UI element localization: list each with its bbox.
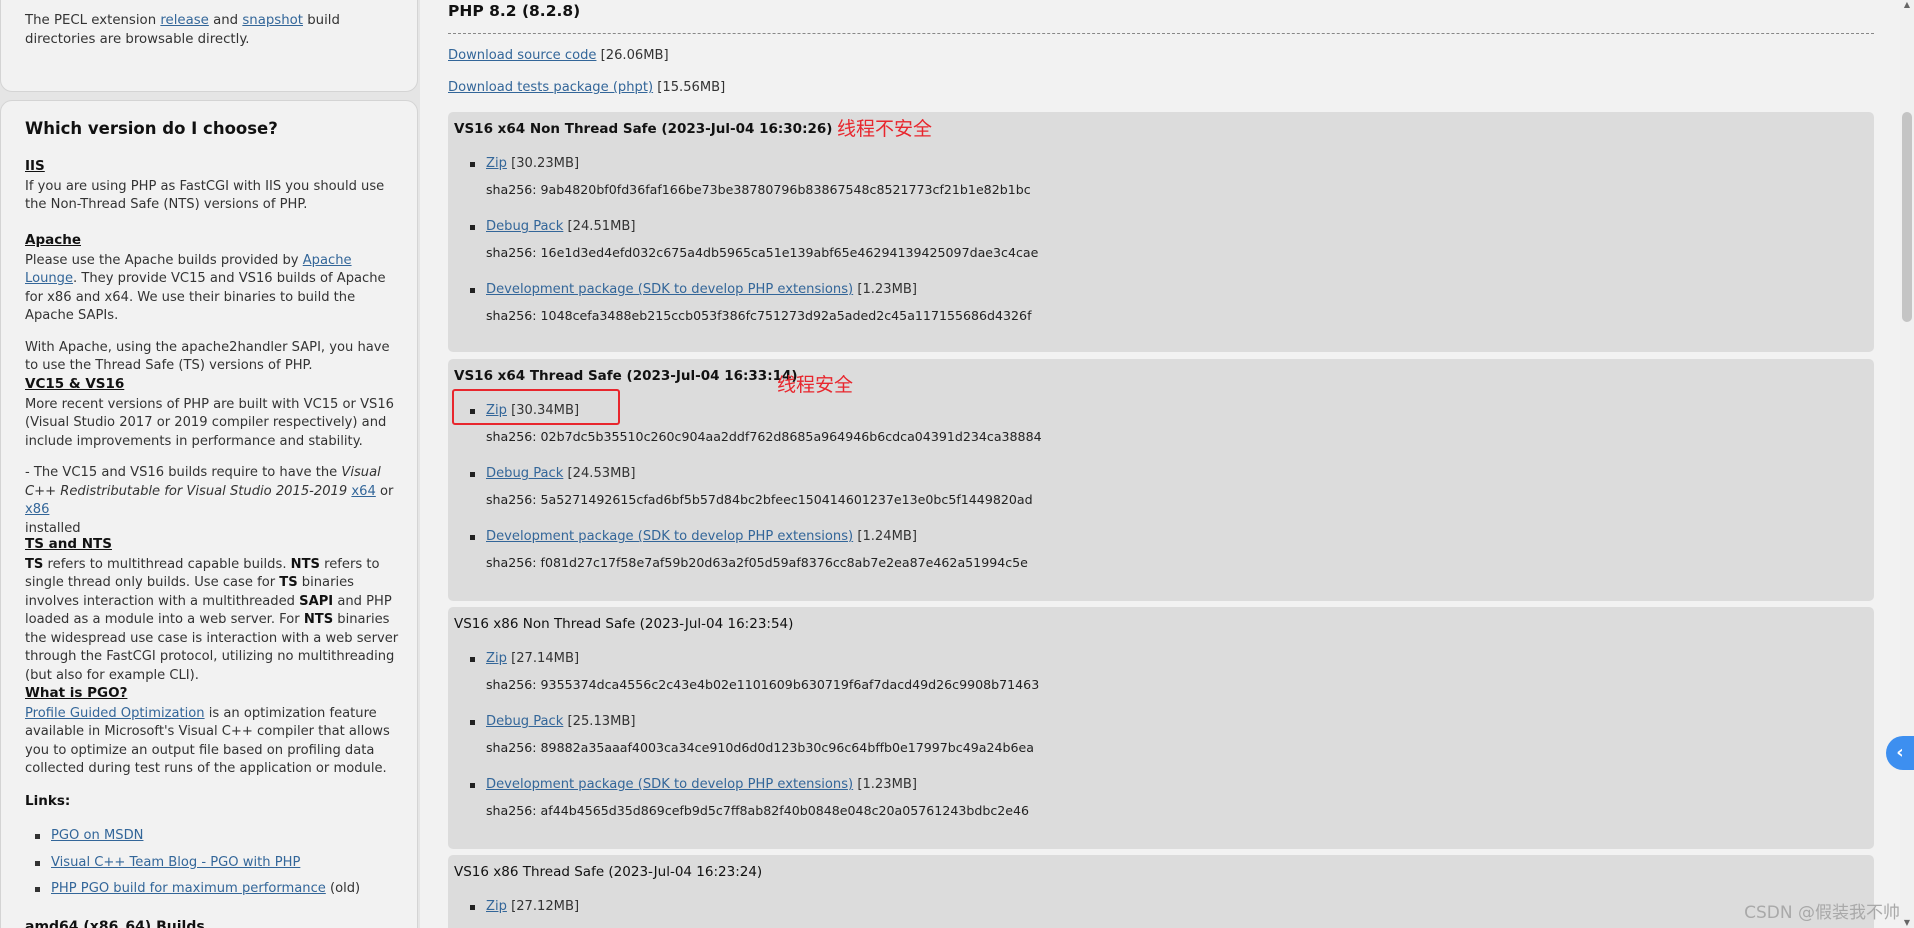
tests-download: Download tests package (phpt) [15.56MB] <box>448 80 726 95</box>
pecl-box: The PECL extension release and snapshot … <box>0 0 418 92</box>
sha256-value: sha256: 1048cefa3488eb215ccb053f386fc751… <box>486 308 1032 323</box>
zip-link[interactable]: Zip <box>486 651 507 666</box>
build-x86-ts: VS16 x86 Thread Safe (2023-Jul-04 16:23:… <box>448 855 1874 928</box>
list-item: Development package (SDK to develop PHP … <box>460 527 1660 573</box>
build-x64-nts: VS16 x64 Non Thread Safe (2023-Jul-04 16… <box>448 112 1874 352</box>
zip-link[interactable]: Zip <box>486 899 507 914</box>
vc-section: VC15 & VS16 More recent versions of PHP … <box>25 375 405 538</box>
dev-package-link[interactable]: Development package (SDK to develop PHP … <box>486 282 853 297</box>
sha256-value: sha256: af44b4565d35d869cefb9d5c7ff8ab82… <box>486 803 1030 818</box>
debug-pack-link[interactable]: Debug Pack <box>486 219 563 234</box>
list-item: Debug Pack [25.13MB] sha256: 89882a35aaa… <box>460 712 1660 758</box>
version-title: PHP 8.2 (8.2.8) <box>448 2 581 20</box>
list-item: Development package (SDK to develop PHP … <box>460 280 1660 326</box>
dev-package-link[interactable]: Development package (SDK to develop PHP … <box>486 777 853 792</box>
list-item: Zip [30.23MB] sha256: 9ab4820bf0fd36faf1… <box>460 154 1660 200</box>
main-content: PHP 8.2 (8.2.8) Download source code [26… <box>420 0 1906 928</box>
version-guide-box: Which version do I choose? IIS If you ar… <box>0 100 418 928</box>
apache-title: Apache <box>25 232 81 248</box>
scroll-down-arrow-icon[interactable]: ▼ <box>1902 918 1912 928</box>
build-x86-nts: VS16 x86 Non Thread Safe (2023-Jul-04 16… <box>448 607 1874 849</box>
links-list: PGO on MSDN Visual C++ Team Blog - PGO w… <box>25 827 405 907</box>
list-item: PHP PGO build for maximum performance (o… <box>25 880 405 907</box>
pgo-blog-link[interactable]: Visual C++ Team Blog - PGO with PHP <box>51 855 300 870</box>
list-item: Development package (SDK to develop PHP … <box>460 775 1660 821</box>
build-title: VS16 x64 Thread Safe (2023-Jul-04 16:33:… <box>454 368 798 384</box>
vc-requirement: - The VC15 and VS16 builds require to ha… <box>25 465 394 536</box>
guide-heading: Which version do I choose? <box>25 119 278 138</box>
release-link[interactable]: release <box>160 13 209 28</box>
x64-redist-link[interactable]: x64 <box>351 484 375 499</box>
annotation-not-thread-safe: 线程不安全 <box>837 118 933 140</box>
sha256-value: sha256: 16e1d3ed4efd032c675a4db5965ca51e… <box>486 245 1039 260</box>
list-item: Zip [27.14MB] sha256: 9355374dca4556c2c4… <box>460 649 1660 695</box>
sha256-value: sha256: 9355374dca4556c2c43e4b02e1101609… <box>486 677 1040 692</box>
list-item: Debug Pack [24.53MB] sha256: 5a527149261… <box>460 464 1660 510</box>
apache-text: Please use the Apache builds provided by… <box>25 252 386 324</box>
sha256-value: sha256: f081d27c17f58e7af59b20d63a2f05d5… <box>486 555 1028 570</box>
ts-text: TS refers to multithread capable builds.… <box>25 556 399 683</box>
apache-section: Apache Please use the Apache builds prov… <box>25 231 405 376</box>
links-heading: Links: <box>25 793 71 809</box>
pecl-text: The PECL extension release and snapshot … <box>25 13 340 47</box>
iis-title: IIS <box>25 158 45 174</box>
sha256-value: sha256: 9ab4820bf0fd36faf166be73be387807… <box>486 182 1031 197</box>
pgo-text: Profile Guided Optimization is an optimi… <box>25 705 390 777</box>
list-item: Visual C++ Team Blog - PGO with PHP <box>25 854 405 881</box>
scroll-thumb[interactable] <box>1902 112 1912 322</box>
scroll-up-arrow-icon[interactable]: ▲ <box>1902 0 1912 10</box>
amd64-heading: amd64 (x86_64) Builds <box>25 919 205 928</box>
pgo-link[interactable]: Profile Guided Optimization <box>25 706 205 721</box>
build-title: VS16 x64 Non Thread Safe (2023-Jul-04 16… <box>454 121 833 137</box>
download-source-link[interactable]: Download source code <box>448 48 596 63</box>
ts-title: TS and NTS <box>25 536 112 552</box>
watermark: CSDN @假装我不帅 <box>1744 903 1900 923</box>
sha256-value: sha256: 02b7dc5b35510c260c904aa2ddf762d8… <box>486 429 1042 444</box>
snapshot-link[interactable]: snapshot <box>242 13 303 28</box>
list-item: Debug Pack [24.51MB] sha256: 16e1d3ed4ef… <box>460 217 1660 263</box>
vc-title: VC15 & VS16 <box>25 376 125 392</box>
download-tests-link[interactable]: Download tests package (phpt) <box>448 80 653 95</box>
source-download: Download source code [26.06MB] <box>448 48 669 63</box>
sidebar: The PECL extension release and snapshot … <box>0 0 420 928</box>
collapse-panel-button[interactable]: ‹ <box>1886 736 1914 770</box>
list-item: Zip [30.34MB] sha256: 02b7dc5b35510c260c… <box>460 401 1660 447</box>
pgo-section: What is PGO? Profile Guided Optimization… <box>25 684 405 779</box>
iis-text: If you are using PHP as FastCGI with IIS… <box>25 178 385 213</box>
build-title: VS16 x86 Non Thread Safe (2023-Jul-04 16… <box>454 616 794 632</box>
pgo-msdn-link[interactable]: PGO on MSDN <box>51 828 143 843</box>
apache-text-2: With Apache, using the apache2handler SA… <box>25 339 390 374</box>
debug-pack-link[interactable]: Debug Pack <box>486 714 563 729</box>
sha256-value: sha256: 89882a35aaaf4003ca34ce910d6d0d12… <box>486 740 1034 755</box>
list-item: Zip [27.12MB] <box>460 897 1660 917</box>
pgo-old-link[interactable]: PHP PGO build for maximum performance <box>51 881 326 896</box>
zip-link[interactable]: Zip <box>486 156 507 171</box>
iis-section: IIS If you are using PHP as FastCGI with… <box>25 157 405 215</box>
zip-link[interactable]: Zip <box>486 403 507 418</box>
chevron-left-icon: ‹ <box>1896 742 1904 763</box>
title-divider <box>448 33 1874 34</box>
vc-text: More recent versions of PHP are built wi… <box>25 396 395 449</box>
x86-redist-link[interactable]: x86 <box>25 502 49 517</box>
annotation-thread-safe: 线程安全 <box>777 374 854 396</box>
sha256-value: sha256: 5a5271492615cfad6bf5b57d84bc2bfe… <box>486 492 1033 507</box>
vertical-scrollbar[interactable]: ▲ ▼ <box>1900 0 1914 928</box>
pgo-title: What is PGO? <box>25 685 128 701</box>
build-x64-ts: VS16 x64 Thread Safe (2023-Jul-04 16:33:… <box>448 359 1874 601</box>
ts-section: TS and NTS TS refers to multithread capa… <box>25 535 405 685</box>
list-item: PGO on MSDN <box>25 827 405 854</box>
debug-pack-link[interactable]: Debug Pack <box>486 466 563 481</box>
build-title: VS16 x86 Thread Safe (2023-Jul-04 16:23:… <box>454 864 763 880</box>
dev-package-link[interactable]: Development package (SDK to develop PHP … <box>486 529 853 544</box>
